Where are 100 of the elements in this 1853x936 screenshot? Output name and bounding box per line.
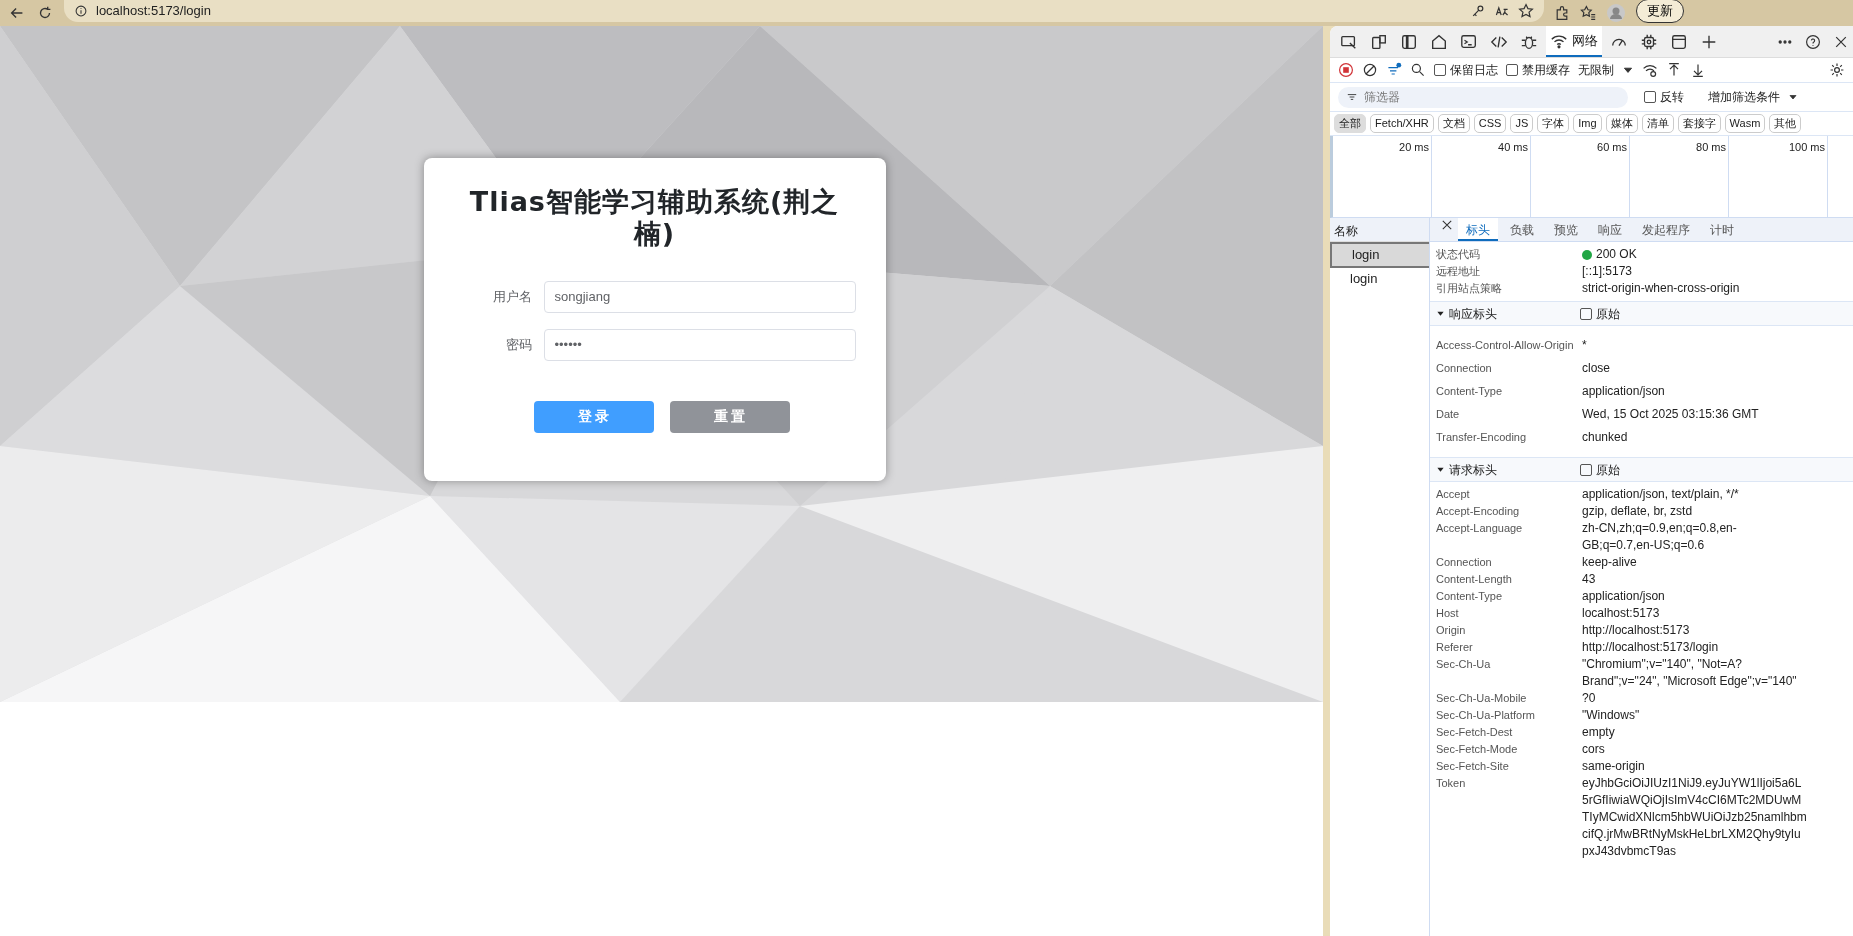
type-filter-chip[interactable]: 文档 (1437, 114, 1470, 133)
header-value: [::1]:5173 (1582, 263, 1634, 280)
detail-tab[interactable]: 标头 (1458, 218, 1498, 241)
field-label: 用户名 (491, 288, 533, 307)
header-value: * (1582, 337, 1588, 354)
network-tab[interactable]: 网络 (1546, 26, 1602, 57)
puzzle-icon[interactable] (1554, 5, 1570, 21)
type-filter-chip[interactable]: Fetch/XHR (1370, 114, 1434, 133)
detail-tab[interactable]: 发起程序 (1634, 218, 1698, 241)
tick-label: 60 ms (1531, 136, 1630, 217)
type-filter-chip[interactable]: Wasm (1724, 114, 1766, 133)
record-icon[interactable] (1338, 62, 1354, 78)
filter-field[interactable]: 筛选器 (1338, 86, 1628, 108)
type-filter-chip[interactable]: CSS (1473, 114, 1507, 133)
input-field[interactable]: •••••• (543, 328, 856, 361)
detail-tab[interactable]: 计时 (1702, 218, 1742, 241)
header-name: Date (1436, 407, 1461, 422)
header-name: Accept-Language (1436, 521, 1524, 536)
header-name: Accept (1436, 487, 1471, 502)
download-icon[interactable] (1690, 62, 1706, 78)
header-name: Sec-Fetch-Site (1436, 759, 1510, 774)
header-name: Referer (1436, 640, 1474, 655)
tick-label: 40 ms (1432, 136, 1531, 217)
throttle-select[interactable]: 无限制 (1578, 61, 1614, 79)
header-name: Sec-Fetch-Mode (1436, 742, 1519, 757)
type-filter-chip[interactable]: 套接字 (1677, 114, 1721, 133)
type-filter-chip[interactable]: JS (1510, 114, 1534, 133)
type-filter-chip[interactable]: 清单 (1641, 114, 1674, 133)
help-icon[interactable] (1805, 33, 1821, 50)
section-title: 响应标头 (1449, 305, 1497, 323)
input-field[interactable]: songjiang (543, 280, 856, 313)
checkbox-label: 保留日志 (1450, 62, 1498, 79)
home-icon[interactable] (1430, 32, 1448, 51)
filter-icon[interactable] (1386, 62, 1402, 78)
checkbox[interactable] (1580, 307, 1592, 320)
triangle-icon[interactable] (1436, 309, 1445, 318)
upload-icon[interactable] (1666, 62, 1682, 78)
address-bar[interactable]: localhost:5173/login (64, 0, 1544, 22)
detail-tab[interactable]: 负载 (1502, 218, 1542, 241)
search-icon[interactable] (1410, 62, 1426, 78)
header-value: application/json (1582, 588, 1666, 605)
status-dot (1582, 249, 1592, 260)
triangle-icon[interactable] (1436, 465, 1445, 474)
window-icon[interactable] (1670, 32, 1688, 51)
header-value: strict-origin-when-cross-origin (1582, 280, 1741, 297)
network-settings-icon[interactable] (1642, 62, 1658, 78)
type-filter-chip[interactable]: 字体 (1537, 114, 1570, 133)
chip-icon[interactable] (1640, 32, 1658, 51)
checkbox-label: 反转 (1660, 89, 1684, 106)
header-name: Sec-Fetch-Dest (1436, 725, 1514, 740)
login-title: Tlias智能学习辅助系统(荆之楠) (468, 186, 841, 251)
key-icon[interactable] (1470, 3, 1486, 19)
sidebar-icon[interactable] (1400, 32, 1418, 51)
checkbox-label: 原始 (1596, 305, 1620, 323)
header-name: Sec-Ch-Ua-Platform (1436, 708, 1537, 723)
checkbox[interactable] (1580, 463, 1592, 476)
header-name: Connection (1436, 361, 1493, 376)
request-item[interactable]: login (1330, 267, 1429, 289)
header-value: http://localhost:5173 (1582, 622, 1691, 639)
more-filters-dropdown[interactable]: 增加筛选条件 (1708, 88, 1780, 106)
checkbox-label: 禁用缓存 (1522, 62, 1570, 79)
close-icon[interactable] (1440, 218, 1454, 232)
console-icon[interactable] (1460, 32, 1478, 51)
update-button[interactable]: 更新 (1636, 0, 1684, 23)
header-name: Origin (1436, 623, 1467, 638)
header-value: application/json (1582, 383, 1666, 400)
clear-icon[interactable] (1362, 62, 1378, 78)
request-item[interactable]: login (1330, 242, 1429, 268)
settings-icon[interactable] (1829, 62, 1845, 78)
header-value: application/json, text/plain, */* (1582, 486, 1740, 503)
header-value: same-origin (1582, 758, 1646, 775)
favorites-icon[interactable] (1580, 5, 1596, 21)
type-filter-chip[interactable]: 全部 (1334, 114, 1366, 133)
header-name: Content-Length (1436, 572, 1513, 587)
header-value: Wed, 15 Oct 2025 03:15:36 GMT (1582, 406, 1760, 423)
header-value: localhost:5173 (1582, 605, 1661, 622)
type-filter-chip[interactable]: 媒体 (1605, 114, 1638, 133)
star-icon[interactable] (1518, 3, 1534, 19)
header-value: close (1582, 360, 1611, 377)
filter-input[interactable]: 筛选器 (1364, 88, 1604, 106)
section-title: 请求标头 (1449, 461, 1497, 479)
header-value: "Chromium";v="140", "Not=A?Brand";v="24", "Microsoft Edge";v="140" (1582, 656, 1798, 690)
header-name: Sec-Ch-Ua (1436, 657, 1492, 672)
header-value: empty (1582, 724, 1616, 741)
header-value: gzip, deflate, br, zstd (1582, 503, 1694, 520)
detail-tab[interactable]: 响应 (1590, 218, 1630, 241)
type-filter-chip[interactable]: 其他 (1769, 114, 1802, 133)
detail-tab[interactable]: 预览 (1546, 218, 1586, 241)
header-name: Access-Control-Allow-Origin (1436, 338, 1575, 353)
caret-icon[interactable] (1788, 92, 1798, 102)
tick-label: 20 ms (1333, 136, 1432, 217)
checkbox[interactable] (1506, 64, 1518, 76)
header-value: keep-alive (1582, 554, 1638, 571)
header-name: Token (1436, 776, 1467, 791)
column-header: 名称 (1330, 218, 1429, 242)
info-icon[interactable] (74, 4, 88, 18)
type-filter-chip[interactable]: Img (1573, 114, 1602, 133)
device-icon[interactable] (1370, 32, 1388, 51)
checkbox[interactable] (1644, 91, 1656, 103)
checkbox[interactable] (1434, 64, 1446, 76)
